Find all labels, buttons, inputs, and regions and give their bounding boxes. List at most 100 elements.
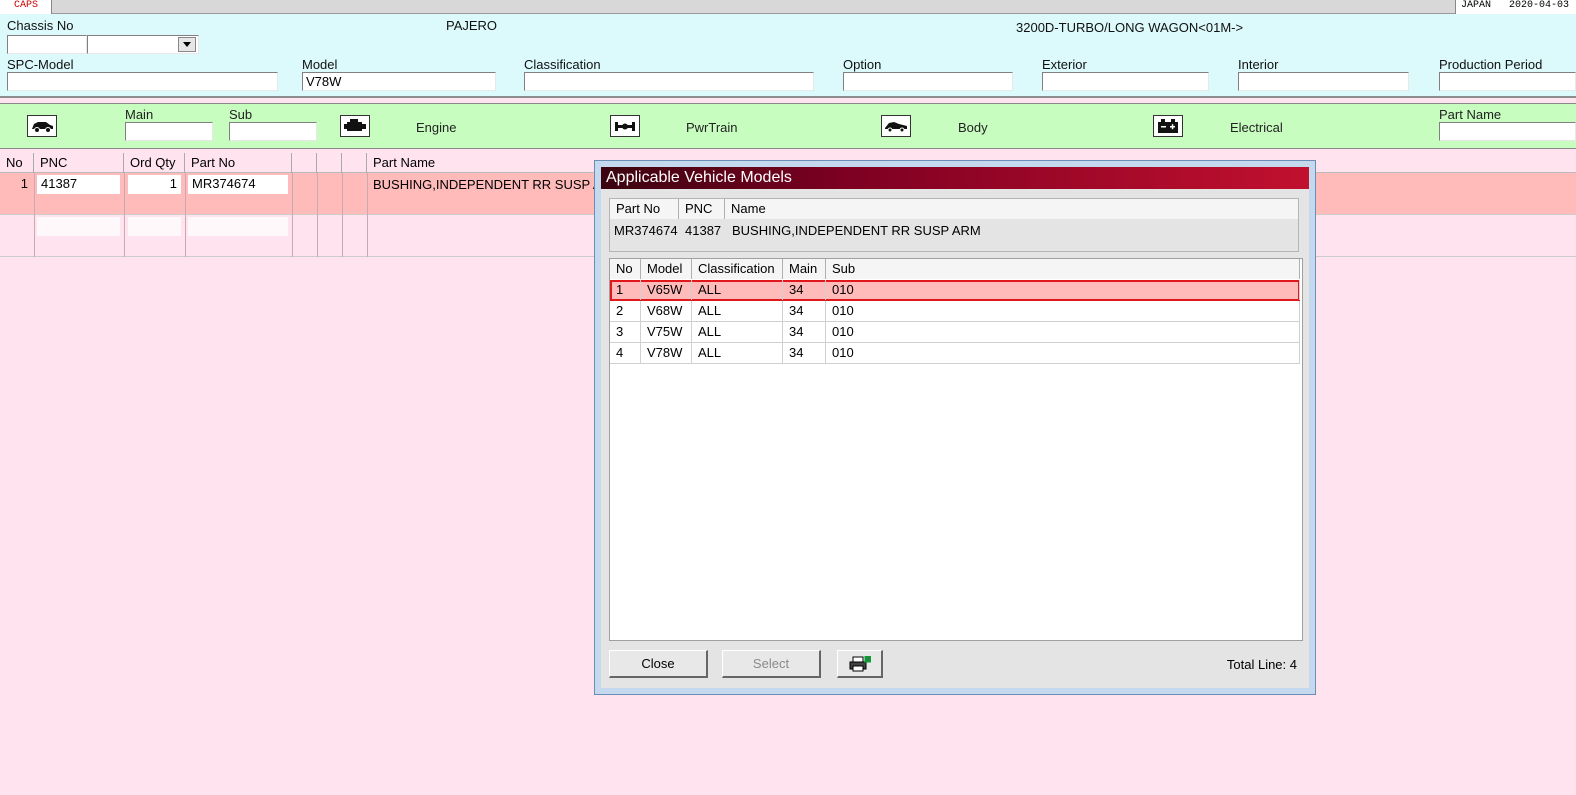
col-blank-1 xyxy=(292,153,317,173)
spc-model-field[interactable] xyxy=(7,72,278,91)
sub-label: Sub xyxy=(229,107,253,122)
part-col-pnc: PNC xyxy=(679,199,725,219)
region-label: JAPAN xyxy=(1461,0,1492,11)
row-part-no[interactable]: MR374674 xyxy=(188,175,288,194)
row-qty[interactable]: 1 xyxy=(128,175,181,194)
col-pnc: PNC xyxy=(34,153,124,173)
divider xyxy=(317,173,318,257)
part-info-name: BUSHING,INDEPENDENT RR SUSP ARM xyxy=(732,223,981,238)
model-label: Model xyxy=(302,57,338,72)
dialog-title[interactable]: Applicable Vehicle Models xyxy=(601,167,1309,189)
dialog-body: Applicable Vehicle Models Part No PNC Na… xyxy=(601,167,1309,688)
empty-part-no[interactable] xyxy=(188,217,288,236)
row-pnc[interactable]: 41387 xyxy=(37,175,120,194)
model-row[interactable]: 2 V68W ALL 34 010 xyxy=(610,301,1300,322)
col-ord-qty: Ord Qty xyxy=(124,153,185,173)
models-table[interactable]: No Model Classification Main Sub 1 V65W … xyxy=(609,258,1303,641)
interior-label: Interior xyxy=(1238,57,1279,72)
model-row-sub: 010 xyxy=(826,343,1300,363)
model-row-no: 4 xyxy=(610,343,641,363)
col-part-name: Part Name xyxy=(373,155,436,170)
model-row-model: V65W xyxy=(641,280,692,300)
model-row[interactable]: 1 V65W ALL 34 010 xyxy=(610,280,1300,301)
model-row-main: 34 xyxy=(783,343,826,363)
vehicle-header: Chassis No PAJERO 3200D-TURBO/LONG WAGON… xyxy=(0,14,1576,98)
divider xyxy=(367,173,368,257)
chassis-input[interactable] xyxy=(7,35,87,54)
exterior-field[interactable] xyxy=(1042,72,1209,91)
model-row-sub: 010 xyxy=(826,322,1300,342)
model-row-classification: ALL xyxy=(692,322,783,342)
model-row-sub: 010 xyxy=(826,280,1300,300)
divider xyxy=(34,173,35,257)
chevron-down-icon[interactable] xyxy=(178,37,196,52)
classification-field[interactable] xyxy=(524,72,814,91)
spc-model-label: SPC-Model xyxy=(7,57,74,72)
models-header: No Model Classification Main Sub xyxy=(610,259,1300,279)
model-row-main: 34 xyxy=(783,301,826,321)
model-row-no: 2 xyxy=(610,301,641,321)
date-label: 2020-04-03 xyxy=(1509,0,1570,11)
engine-icon[interactable] xyxy=(340,115,370,137)
caps-tab[interactable]: CAPS xyxy=(0,0,52,14)
chassis-dropdown[interactable] xyxy=(87,35,199,54)
model-row-main: 34 xyxy=(783,280,826,300)
part-info-pnc: 41387 xyxy=(685,223,722,238)
empty-qty[interactable] xyxy=(128,217,181,236)
part-col-part-no: Part No xyxy=(610,199,679,219)
option-field[interactable] xyxy=(843,72,1013,91)
close-button[interactable]: Close xyxy=(609,650,708,678)
row-no: 1 xyxy=(20,176,28,191)
body-icon[interactable] xyxy=(881,115,911,137)
pwrtrain-label[interactable]: PwrTrain xyxy=(686,120,738,135)
row-part-name: BUSHING,INDEPENDENT RR SUSP A xyxy=(373,177,602,192)
model-col-sub: Sub xyxy=(826,259,1300,279)
option-label: Option xyxy=(843,57,882,72)
col-no: No xyxy=(0,153,34,173)
production-period-field[interactable] xyxy=(1439,72,1576,91)
part-info-part-no: MR374674 xyxy=(614,223,678,238)
exterior-label: Exterior xyxy=(1042,57,1087,72)
model-row-model: V78W xyxy=(641,343,692,363)
region-date: JAPAN 2020-04-03 xyxy=(1455,0,1576,14)
model-col-no: No xyxy=(610,259,641,279)
model-row-sub: 010 xyxy=(826,301,1300,321)
model-row-no: 1 xyxy=(610,280,641,300)
col-blank-3 xyxy=(342,153,367,173)
chassis-label: Chassis No xyxy=(7,18,74,33)
empty-pnc[interactable] xyxy=(37,217,120,236)
body-label[interactable]: Body xyxy=(958,120,988,135)
main-input[interactable] xyxy=(125,122,213,141)
part-name-label: Part Name xyxy=(1439,107,1502,122)
model-field[interactable]: V78W xyxy=(302,72,496,91)
engine-label[interactable]: Engine xyxy=(416,120,456,135)
select-button[interactable]: Select xyxy=(722,650,821,678)
car-icon[interactable] xyxy=(27,115,57,137)
part-name-input[interactable] xyxy=(1439,122,1576,141)
divider xyxy=(292,173,293,257)
model-row[interactable]: 4 V78W ALL 34 010 xyxy=(610,343,1300,364)
model-row-main: 34 xyxy=(783,322,826,342)
model-row-classification: ALL xyxy=(692,280,783,300)
interior-field[interactable] xyxy=(1238,72,1409,91)
top-strip: CAPS JAPAN 2020-04-03 xyxy=(0,0,1576,14)
vehicle-name: PAJERO xyxy=(446,18,498,33)
total-line: Total Line: 4 xyxy=(1226,657,1297,672)
drivetrain-icon[interactable] xyxy=(610,115,640,137)
classification-label: Classification xyxy=(524,57,601,72)
print-button[interactable] xyxy=(837,650,883,678)
model-row-model: V75W xyxy=(641,322,692,342)
divider xyxy=(124,173,125,257)
battery-icon[interactable] xyxy=(1153,115,1183,137)
vehicle-desc: 3200D-TURBO/LONG WAGON<01M-> xyxy=(1016,20,1244,35)
sub-input[interactable] xyxy=(229,122,317,141)
divider xyxy=(185,173,186,257)
applicable-models-dialog: Applicable Vehicle Models Part No PNC Na… xyxy=(594,160,1316,695)
model-col-model: Model xyxy=(641,259,692,279)
model-row-classification: ALL xyxy=(692,343,783,363)
electrical-label[interactable]: Electrical xyxy=(1230,120,1283,135)
part-col-name: Name xyxy=(725,199,1298,219)
model-col-main: Main xyxy=(783,259,826,279)
printer-icon xyxy=(849,655,871,680)
model-row[interactable]: 3 V75W ALL 34 010 xyxy=(610,322,1300,343)
